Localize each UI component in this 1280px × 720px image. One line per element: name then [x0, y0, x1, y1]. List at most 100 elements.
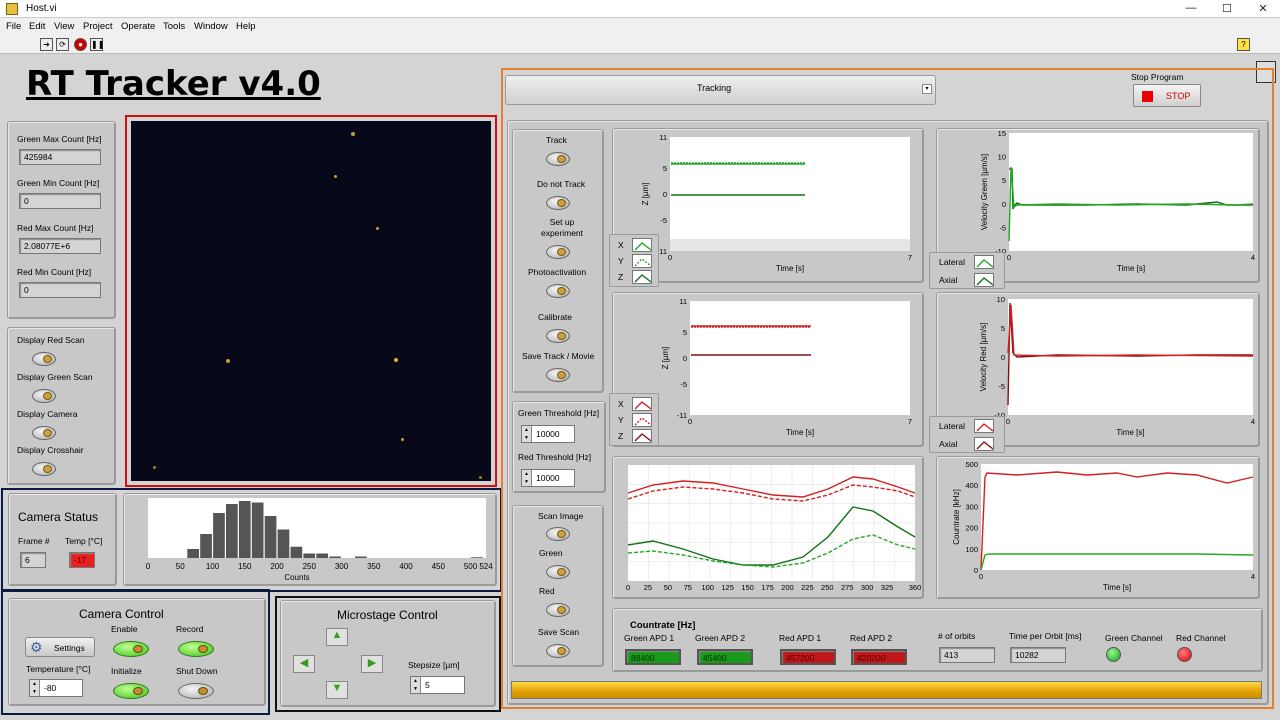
- temperature-input[interactable]: ▲ ▼ -80: [29, 679, 83, 697]
- x-tick-label: 150: [741, 583, 754, 592]
- green-max-value: 425984: [19, 149, 101, 165]
- menu-tools[interactable]: Tools: [163, 21, 185, 32]
- display-red-scan-label: Display Red Scan: [17, 335, 85, 345]
- display-green-scan-toggle[interactable]: [32, 389, 56, 403]
- histogram-tick-label: 200: [270, 562, 284, 571]
- maximize-icon[interactable]: ☐: [1212, 2, 1242, 15]
- histogram-bar: [277, 529, 290, 558]
- display-red-scan-toggle[interactable]: [32, 352, 56, 366]
- legend-x-label: X: [618, 399, 624, 409]
- xyz-legend-red: X Y Z: [609, 393, 659, 446]
- camera-control-panel: Camera Control ⚙ Settings Enable Record …: [8, 598, 266, 706]
- histogram-bar: [226, 504, 238, 558]
- scan-red-toggle[interactable]: [546, 603, 570, 617]
- mode-do-not-track-toggle[interactable]: [546, 196, 570, 210]
- enable-toggle[interactable]: [113, 641, 149, 657]
- countrate-panel: Countrate [Hz] Green APD 1 88400 Green A…: [612, 608, 1263, 672]
- run-icon[interactable]: ➔: [40, 38, 53, 51]
- y-tick-label: 0: [663, 190, 667, 199]
- tracking-selector[interactable]: Tracking ▾: [505, 75, 936, 105]
- scan-image-toggle[interactable]: [546, 527, 570, 541]
- display-camera-label: Display Camera: [17, 409, 78, 419]
- x-tick-label: 4: [1251, 253, 1255, 262]
- shutdown-toggle[interactable]: [178, 683, 214, 699]
- mode-save-toggle[interactable]: [546, 368, 570, 382]
- x-tick-label: 0: [668, 253, 672, 262]
- scan-image[interactable]: [131, 121, 491, 481]
- minimize-icon[interactable]: —: [1176, 2, 1206, 14]
- y-tick-label: 0: [974, 566, 978, 575]
- x-axis-label: Time [s]: [1116, 428, 1144, 437]
- menu-view[interactable]: View: [54, 21, 74, 32]
- scan-panel: Scan Image Green Red Save Scan: [512, 505, 604, 667]
- y-tick-label: 0: [1001, 353, 1005, 362]
- abort-icon[interactable]: ●: [74, 38, 87, 51]
- x-tick-label: 275: [841, 583, 854, 592]
- histogram-xlabel: Counts: [284, 573, 309, 582]
- y-tick-label: 100: [965, 545, 978, 554]
- legend-lateral-label: Lateral: [939, 257, 965, 267]
- legend-x-label: X: [618, 240, 624, 250]
- green-channel-led: [1106, 647, 1121, 662]
- scan-red-label: Red: [539, 586, 555, 596]
- menu-file[interactable]: File: [6, 21, 21, 32]
- x-tick-label: 0: [626, 583, 630, 592]
- histogram-bar: [213, 513, 225, 558]
- tracking-selector-label: Tracking: [697, 83, 732, 93]
- stage-down-button[interactable]: ▼: [326, 681, 348, 699]
- mode-setup-label: Set up experiment: [540, 217, 584, 238]
- save-scan-toggle[interactable]: [546, 644, 570, 658]
- initialize-toggle[interactable]: [113, 683, 149, 699]
- y-tick-label: 5: [1002, 176, 1006, 185]
- stop-button[interactable]: STOP: [1133, 84, 1201, 107]
- pause-icon[interactable]: ❚❚: [90, 38, 104, 51]
- stage-left-button[interactable]: ◀: [293, 655, 315, 673]
- y-axis-label: Velocity Red [µm/s]: [979, 323, 988, 392]
- record-label: Record: [176, 624, 204, 634]
- display-camera-toggle[interactable]: [32, 426, 56, 440]
- stepsize-input[interactable]: ▲ ▼ 5: [410, 676, 465, 694]
- menu-window[interactable]: Window: [194, 21, 228, 32]
- histogram-tick-label: 100: [206, 562, 220, 571]
- y-tick-label: 5: [683, 328, 687, 337]
- xyz-legend-green: X Y Z: [609, 234, 659, 287]
- legend-y-icon: [632, 254, 652, 268]
- help-icon[interactable]: ?: [1237, 38, 1250, 51]
- menu-help[interactable]: Help: [236, 21, 256, 32]
- y-tick-label: -5: [999, 223, 1006, 232]
- la-legend-green: Lateral Axial: [929, 252, 1005, 289]
- scan-green-toggle[interactable]: [546, 565, 570, 579]
- y-axis-label: Countrate [kHz]: [952, 489, 961, 545]
- red-threshold-input[interactable]: ▲ ▼ 10000: [521, 469, 575, 487]
- stepsize-label: Stepsize [µm]: [408, 660, 460, 670]
- run-continuous-icon[interactable]: ⟳: [56, 38, 69, 51]
- green-threshold-input[interactable]: ▲ ▼ 10000: [521, 425, 575, 443]
- green-min-label: Green Min Count [Hz]: [17, 178, 100, 188]
- dropdown-icon[interactable]: ▾: [922, 84, 932, 94]
- close-icon[interactable]: ✕: [1248, 2, 1278, 15]
- time-per-orbit-value: 10282: [1010, 647, 1066, 663]
- histogram-tick-label: 0: [146, 562, 151, 571]
- menu-project[interactable]: Project: [83, 21, 113, 32]
- mode-setup-toggle[interactable]: [546, 245, 570, 259]
- mode-track-toggle[interactable]: [546, 152, 570, 166]
- legend-axial-icon: [974, 273, 994, 287]
- stop-program-label: Stop Program: [1131, 72, 1184, 82]
- x-tick-label: 0: [1007, 253, 1011, 262]
- stage-right-button[interactable]: ▶: [361, 655, 383, 673]
- stage-up-button[interactable]: ▲: [326, 628, 348, 646]
- menu-edit[interactable]: Edit: [29, 21, 45, 32]
- green-apd1-label: Green APD 1: [624, 633, 675, 643]
- record-toggle[interactable]: [178, 641, 214, 657]
- x-tick-label: 50: [664, 583, 672, 592]
- mode-photoactivation-toggle[interactable]: [546, 284, 570, 298]
- window-title: Host.vi: [26, 3, 57, 14]
- histogram-bar: [329, 556, 341, 558]
- mode-calibrate-toggle[interactable]: [546, 329, 570, 343]
- menu-operate[interactable]: Operate: [121, 21, 155, 32]
- display-crosshair-toggle[interactable]: [32, 462, 56, 476]
- orbits-label: # of orbits: [938, 631, 976, 641]
- x-axis-label: Time [s]: [1103, 583, 1131, 592]
- settings-button[interactable]: ⚙ Settings: [25, 637, 95, 657]
- histogram-tick-label: 50: [176, 562, 185, 571]
